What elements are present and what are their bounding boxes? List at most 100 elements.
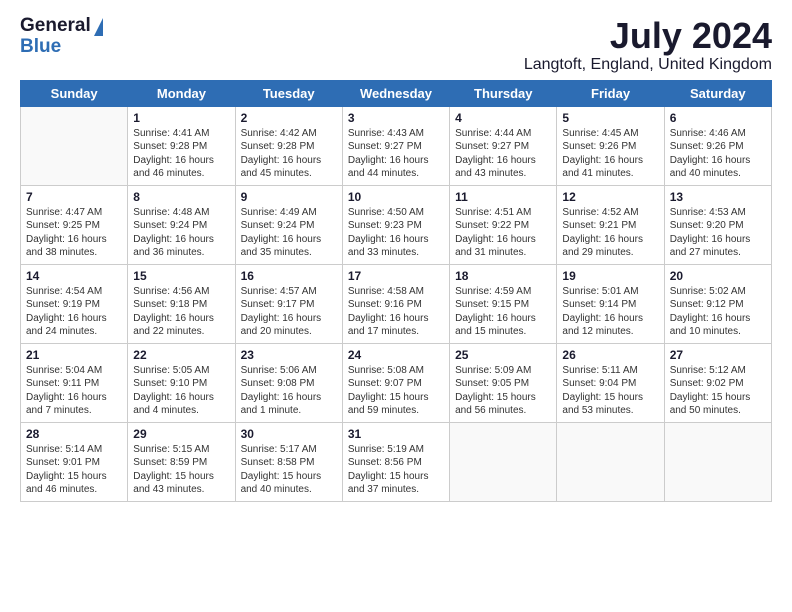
day-number: 2: [241, 111, 337, 125]
calendar-header-row: SundayMondayTuesdayWednesdayThursdayFrid…: [21, 80, 772, 106]
calendar-cell: 4 Sunrise: 4:44 AMSunset: 9:27 PMDaylight…: [450, 106, 557, 185]
calendar-cell: 28 Sunrise: 5:14 AMSunset: 9:01 PMDayligh…: [21, 422, 128, 501]
calendar-cell: 29 Sunrise: 5:15 AMSunset: 8:59 PMDayligh…: [128, 422, 235, 501]
page-header: General Blue July 2024 Langtoft, England…: [20, 16, 772, 74]
location-title: Langtoft, England, United Kingdom: [524, 56, 772, 74]
calendar-week-row: 21Sunrise: 5:04 AMSunset: 9:11 PMDayligh…: [21, 343, 772, 422]
day-info: Sunrise: 4:59 AMSunset: 9:15 PMDaylight:…: [455, 285, 551, 339]
day-info: Sunrise: 5:06 AMSunset: 9:08 PMDaylight:…: [241, 364, 337, 418]
calendar-day-header: Friday: [557, 80, 664, 106]
calendar-cell: [664, 422, 771, 501]
day-number: 24: [348, 348, 444, 362]
day-number: 12: [562, 190, 658, 204]
calendar-cell: 12Sunrise: 4:52 AMSunset: 9:21 PMDayligh…: [557, 185, 664, 264]
day-number: 31: [348, 427, 444, 441]
calendar-table: SundayMondayTuesdayWednesdayThursdayFrid…: [20, 80, 772, 502]
day-number: 28: [26, 427, 122, 441]
day-info: Sunrise: 5:17 AMSunset: 8:58 PMDaylight:…: [241, 443, 337, 497]
calendar-day-header: Monday: [128, 80, 235, 106]
month-title: July 2024: [524, 16, 772, 56]
calendar-cell: 23Sunrise: 5:06 AMSunset: 9:08 PMDayligh…: [235, 343, 342, 422]
day-number: 13: [670, 190, 766, 204]
day-number: 19: [562, 269, 658, 283]
day-info: Sunrise: 4:54 AMSunset: 9:19 PMDaylight:…: [26, 285, 122, 339]
day-number: 25: [455, 348, 551, 362]
day-number: 21: [26, 348, 122, 362]
day-number: 14: [26, 269, 122, 283]
day-info: Sunrise: 4:57 AMSunset: 9:17 PMDaylight:…: [241, 285, 337, 339]
day-info: Sunrise: 5:05 AMSunset: 9:10 PMDaylight:…: [133, 364, 229, 418]
day-number: 10: [348, 190, 444, 204]
day-info: Sunrise: 5:15 AMSunset: 8:59 PMDaylight:…: [133, 443, 229, 497]
day-info: Sunrise: 4:42 AMSunset: 9:28 PMDaylight:…: [241, 127, 337, 181]
calendar-cell: 11Sunrise: 4:51 AMSunset: 9:22 PMDayligh…: [450, 185, 557, 264]
calendar-cell: 31Sunrise: 5:19 AMSunset: 8:56 PMDayligh…: [342, 422, 449, 501]
calendar-cell: 10 Sunrise: 4:50 AMSunset: 9:23 PMDayligh…: [342, 185, 449, 264]
calendar-cell: 22 Sunrise: 5:05 AMSunset: 9:10 PMDayligh…: [128, 343, 235, 422]
calendar-week-row: 28 Sunrise: 5:14 AMSunset: 9:01 PMDayligh…: [21, 422, 772, 501]
day-number: 26: [562, 348, 658, 362]
day-info: Sunrise: 5:14 AMSunset: 9:01 PMDaylight:…: [26, 443, 122, 497]
calendar-cell: 9 Sunrise: 4:49 AMSunset: 9:24 PMDaylight…: [235, 185, 342, 264]
calendar-cell: [21, 106, 128, 185]
day-info: Sunrise: 4:48 AMSunset: 9:24 PMDaylight:…: [133, 206, 229, 260]
day-number: 29: [133, 427, 229, 441]
day-info: Sunrise: 4:50 AMSunset: 9:23 PMDaylight:…: [348, 206, 444, 260]
title-area: July 2024 Langtoft, England, United King…: [524, 16, 772, 74]
calendar-day-header: Tuesday: [235, 80, 342, 106]
logo-general: General: [20, 16, 91, 37]
calendar-cell: 1 Sunrise: 4:41 AMSunset: 9:28 PMDaylight…: [128, 106, 235, 185]
day-number: 27: [670, 348, 766, 362]
day-info: Sunrise: 4:58 AMSunset: 9:16 PMDaylight:…: [348, 285, 444, 339]
calendar-cell: 30Sunrise: 5:17 AMSunset: 8:58 PMDayligh…: [235, 422, 342, 501]
day-number: 7: [26, 190, 122, 204]
day-number: 5: [562, 111, 658, 125]
day-number: 18: [455, 269, 551, 283]
calendar-cell: 3 Sunrise: 4:43 AMSunset: 9:27 PMDaylight…: [342, 106, 449, 185]
calendar-cell: 13 Sunrise: 4:53 AMSunset: 9:20 PMDayligh…: [664, 185, 771, 264]
calendar-cell: 8Sunrise: 4:48 AMSunset: 9:24 PMDaylight…: [128, 185, 235, 264]
calendar-cell: 7 Sunrise: 4:47 AMSunset: 9:25 PMDaylight…: [21, 185, 128, 264]
day-info: Sunrise: 5:12 AMSunset: 9:02 PMDaylight:…: [670, 364, 766, 418]
calendar-cell: 2 Sunrise: 4:42 AMSunset: 9:28 PMDaylight…: [235, 106, 342, 185]
logo-triangle-icon: [94, 18, 103, 36]
calendar-cell: 19 Sunrise: 5:01 AMSunset: 9:14 PMDayligh…: [557, 264, 664, 343]
day-info: Sunrise: 4:56 AMSunset: 9:18 PMDaylight:…: [133, 285, 229, 339]
day-number: 4: [455, 111, 551, 125]
calendar-day-header: Thursday: [450, 80, 557, 106]
calendar-cell: 16 Sunrise: 4:57 AMSunset: 9:17 PMDayligh…: [235, 264, 342, 343]
calendar-day-header: Sunday: [21, 80, 128, 106]
day-number: 3: [348, 111, 444, 125]
day-info: Sunrise: 4:51 AMSunset: 9:22 PMDaylight:…: [455, 206, 551, 260]
day-info: Sunrise: 5:09 AMSunset: 9:05 PMDaylight:…: [455, 364, 551, 418]
day-info: Sunrise: 4:53 AMSunset: 9:20 PMDaylight:…: [670, 206, 766, 260]
logo: General Blue: [20, 16, 103, 58]
calendar-cell: 18 Sunrise: 4:59 AMSunset: 9:15 PMDayligh…: [450, 264, 557, 343]
day-number: 22: [133, 348, 229, 362]
calendar-week-row: 14 Sunrise: 4:54 AMSunset: 9:19 PMDayligh…: [21, 264, 772, 343]
day-info: Sunrise: 4:44 AMSunset: 9:27 PMDaylight:…: [455, 127, 551, 181]
day-info: Sunrise: 5:01 AMSunset: 9:14 PMDaylight:…: [562, 285, 658, 339]
day-info: Sunrise: 4:41 AMSunset: 9:28 PMDaylight:…: [133, 127, 229, 181]
day-number: 15: [133, 269, 229, 283]
day-info: Sunrise: 4:43 AMSunset: 9:27 PMDaylight:…: [348, 127, 444, 181]
day-info: Sunrise: 5:08 AMSunset: 9:07 PMDaylight:…: [348, 364, 444, 418]
calendar-cell: 6Sunrise: 4:46 AMSunset: 9:26 PMDaylight…: [664, 106, 771, 185]
day-info: Sunrise: 4:49 AMSunset: 9:24 PMDaylight:…: [241, 206, 337, 260]
calendar-cell: 25 Sunrise: 5:09 AMSunset: 9:05 PMDayligh…: [450, 343, 557, 422]
calendar-week-row: 1 Sunrise: 4:41 AMSunset: 9:28 PMDaylight…: [21, 106, 772, 185]
day-number: 1: [133, 111, 229, 125]
day-number: 9: [241, 190, 337, 204]
calendar-cell: 27 Sunrise: 5:12 AMSunset: 9:02 PMDayligh…: [664, 343, 771, 422]
calendar-cell: 24 Sunrise: 5:08 AMSunset: 9:07 PMDayligh…: [342, 343, 449, 422]
calendar-cell: [557, 422, 664, 501]
day-number: 16: [241, 269, 337, 283]
calendar-cell: 5Sunrise: 4:45 AMSunset: 9:26 PMDaylight…: [557, 106, 664, 185]
day-info: Sunrise: 5:02 AMSunset: 9:12 PMDaylight:…: [670, 285, 766, 339]
day-number: 17: [348, 269, 444, 283]
day-info: Sunrise: 4:47 AMSunset: 9:25 PMDaylight:…: [26, 206, 122, 260]
calendar-cell: 21Sunrise: 5:04 AMSunset: 9:11 PMDayligh…: [21, 343, 128, 422]
calendar-cell: 15 Sunrise: 4:56 AMSunset: 9:18 PMDayligh…: [128, 264, 235, 343]
calendar-day-header: Saturday: [664, 80, 771, 106]
calendar-cell: 20Sunrise: 5:02 AMSunset: 9:12 PMDayligh…: [664, 264, 771, 343]
